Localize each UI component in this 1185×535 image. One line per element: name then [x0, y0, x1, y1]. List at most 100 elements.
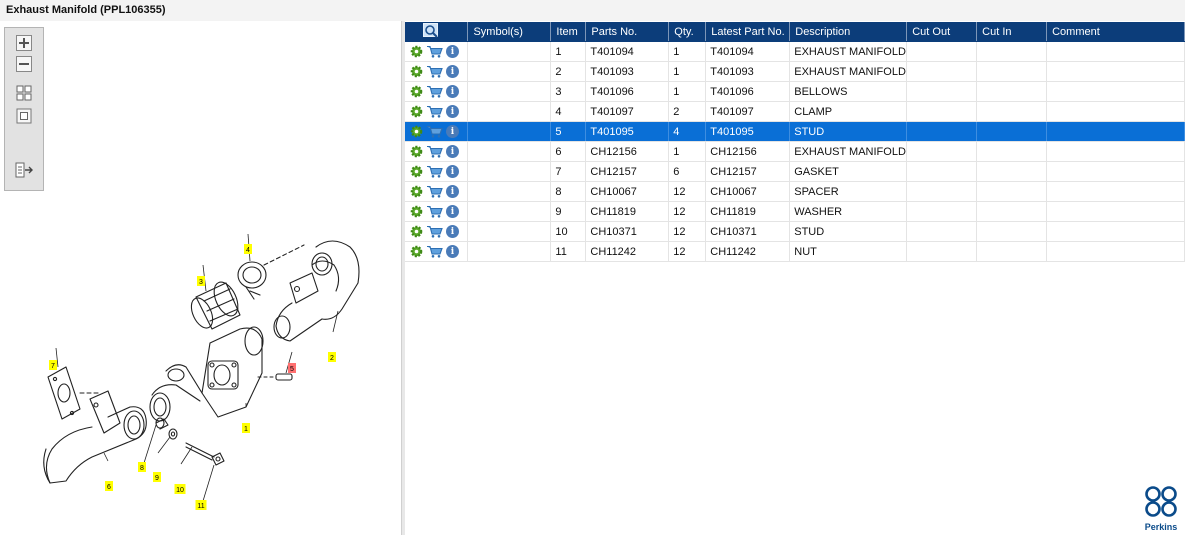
table-row[interactable]: i 6 CH12156 1 CH12156 EXHAUST MANIFOLD — [405, 141, 1185, 162]
callout-8[interactable]: 8 — [138, 462, 146, 472]
cart-icon[interactable] — [426, 145, 443, 158]
export-panel-icon — [15, 162, 33, 178]
callout-10[interactable]: 10 — [174, 484, 186, 494]
cell-actions: i — [405, 221, 469, 242]
column-header-cut-in[interactable]: Cut In — [976, 22, 1048, 42]
callout-6[interactable]: 6 — [105, 481, 113, 491]
gear-icon[interactable] — [410, 65, 423, 78]
cart-icon[interactable] — [426, 185, 443, 198]
gear-icon[interactable] — [410, 105, 423, 118]
column-header-description[interactable]: Description — [789, 22, 908, 42]
table-row[interactable]: i 10 CH10371 12 CH10371 STUD — [405, 221, 1185, 242]
part-6-drawing — [43, 390, 147, 484]
cell-latest-part-no: T401094 — [705, 41, 791, 62]
cell-cut-out — [906, 201, 978, 222]
column-header-comment[interactable]: Comment — [1046, 22, 1185, 42]
exploded-diagram[interactable]: 1 2 3 4 5 6 7 8 9 10 11 — [0, 21, 401, 535]
column-header-qty[interactable]: Qty. — [668, 22, 707, 42]
gear-icon[interactable] — [410, 45, 423, 58]
table-row[interactable]: i 8 CH10067 12 CH10067 SPACER — [405, 181, 1185, 202]
cell-cut-out — [906, 241, 978, 262]
callout-7[interactable]: 7 — [49, 360, 57, 370]
cell-latest-part-no: T401097 — [705, 101, 791, 122]
cart-icon[interactable] — [426, 65, 443, 78]
cell-comment — [1046, 61, 1185, 82]
fit-view-button[interactable] — [15, 84, 33, 102]
cell-part-no: CH10067 — [585, 181, 670, 202]
callout-9[interactable]: 9 — [153, 472, 161, 482]
cell-item: 4 — [550, 101, 587, 122]
column-header-cut-out[interactable]: Cut Out — [906, 22, 978, 42]
actual-size-button[interactable] — [15, 107, 33, 125]
info-icon[interactable]: i — [446, 125, 459, 138]
table-row[interactable]: i 9 CH11819 12 CH11819 WASHER — [405, 201, 1185, 222]
table-row[interactable]: i 11 CH11242 12 CH11242 NUT — [405, 241, 1185, 262]
info-icon[interactable]: i — [446, 45, 459, 58]
cell-item: 3 — [550, 81, 587, 102]
gear-icon[interactable] — [410, 225, 423, 238]
cart-icon[interactable] — [426, 85, 443, 98]
cell-comment — [1046, 161, 1185, 182]
export-panel-button[interactable] — [15, 161, 33, 179]
table-row[interactable]: i 4 T401097 2 T401097 CLAMP — [405, 101, 1185, 122]
callout-label: 7 — [51, 363, 55, 370]
part-7-drawing — [47, 366, 99, 420]
callout-label: 4 — [246, 247, 250, 254]
info-icon[interactable]: i — [446, 245, 459, 258]
info-icon[interactable]: i — [446, 225, 459, 238]
cell-item: 9 — [550, 201, 587, 222]
table-row[interactable]: i 3 T401096 1 T401096 BELLOWS — [405, 81, 1185, 102]
gear-icon[interactable] — [410, 165, 423, 178]
cell-comment — [1046, 241, 1185, 262]
callout-3[interactable]: 3 — [197, 276, 205, 286]
cell-qty: 2 — [668, 101, 707, 122]
table-row[interactable]: i 1 T401094 1 T401094 EXHAUST MANIFOLD — [405, 41, 1185, 62]
cart-icon[interactable] — [426, 225, 443, 238]
callout-5[interactable]: 5 — [288, 363, 296, 373]
zoom-out-button[interactable] — [15, 55, 33, 73]
column-header-symbols[interactable]: Symbol(s) — [467, 22, 552, 42]
cell-qty: 12 — [668, 181, 707, 202]
column-header-item[interactable]: Item — [550, 22, 587, 42]
cell-actions: i — [405, 201, 469, 222]
callout-4[interactable]: 4 — [244, 244, 252, 254]
gear-icon[interactable] — [410, 205, 423, 218]
part-10-drawing — [185, 442, 215, 461]
table-row[interactable]: i 5 T401095 4 T401095 STUD — [405, 121, 1185, 142]
callout-11[interactable]: 11 — [195, 500, 207, 510]
gear-icon[interactable] — [410, 125, 423, 138]
cell-latest-part-no: CH12156 — [705, 141, 791, 162]
gear-icon[interactable] — [410, 185, 423, 198]
gear-icon[interactable] — [410, 245, 423, 258]
cell-cut-in — [976, 181, 1048, 202]
info-icon[interactable]: i — [446, 165, 459, 178]
cell-description: EXHAUST MANIFOLD — [789, 141, 908, 162]
cart-icon[interactable] — [426, 105, 443, 118]
column-header-latest-part-no[interactable]: Latest Part No. — [705, 22, 791, 42]
info-icon[interactable]: i — [446, 105, 459, 118]
cart-icon[interactable] — [426, 125, 443, 138]
cell-comment — [1046, 81, 1185, 102]
diagram-pane[interactable]: 1 2 3 4 5 6 7 8 9 10 11 — [0, 21, 401, 535]
callout-1[interactable]: 1 — [242, 423, 250, 433]
info-icon[interactable]: i — [446, 85, 459, 98]
column-header-actions[interactable] — [405, 22, 469, 42]
cart-icon[interactable] — [426, 205, 443, 218]
zoom-in-button[interactable] — [15, 34, 33, 52]
column-header-part-no[interactable]: Parts No. — [585, 22, 670, 42]
info-icon[interactable]: i — [446, 205, 459, 218]
table-row[interactable]: i 2 T401093 1 T401093 EXHAUST MANIFOLD — [405, 61, 1185, 82]
info-icon[interactable]: i — [446, 145, 459, 158]
callout-2[interactable]: 2 — [328, 352, 336, 362]
table-row[interactable]: i 7 CH12157 6 CH12157 GASKET — [405, 161, 1185, 182]
gear-icon[interactable] — [410, 85, 423, 98]
cell-latest-part-no: CH10371 — [705, 221, 791, 242]
cart-icon[interactable] — [426, 245, 443, 258]
info-icon[interactable]: i — [446, 65, 459, 78]
cart-icon[interactable] — [426, 45, 443, 58]
cell-comment — [1046, 121, 1185, 142]
search-parts-icon[interactable] — [423, 22, 439, 38]
gear-icon[interactable] — [410, 145, 423, 158]
info-icon[interactable]: i — [446, 185, 459, 198]
cart-icon[interactable] — [426, 165, 443, 178]
